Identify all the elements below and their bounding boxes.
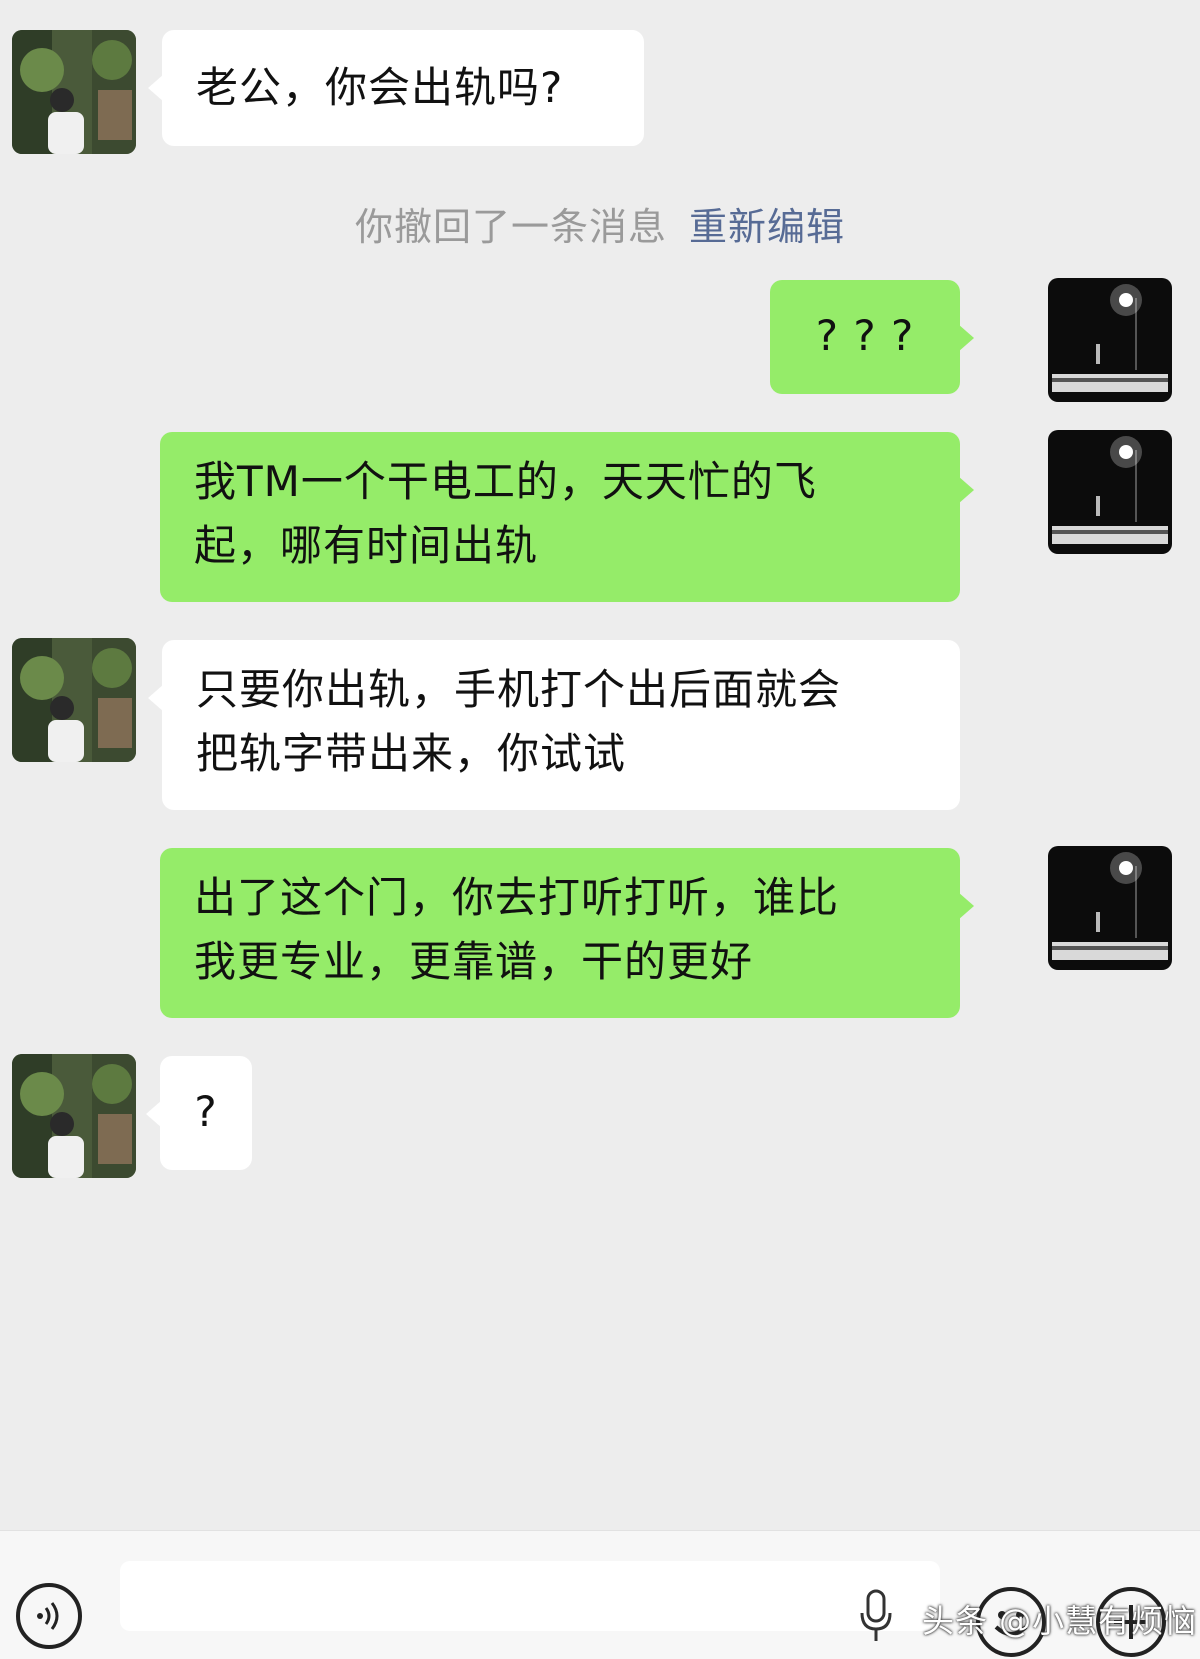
voice-toggle-button[interactable] (16, 1583, 82, 1649)
self-avatar[interactable] (1048, 278, 1172, 402)
re-edit-link[interactable]: 重新编辑 (689, 205, 845, 249)
message-bubble-2[interactable]: ? ? ? (770, 280, 974, 394)
avatar-image (12, 1054, 136, 1178)
avatar-image (1048, 846, 1172, 970)
message-line: 我TM一个干电工的，天天忙的飞 (194, 457, 817, 506)
contact-avatar[interactable] (12, 1054, 136, 1178)
avatar-image (1048, 278, 1172, 402)
voice-icon (37, 1602, 59, 1630)
message-line: 出了这个门，你去打听打听，谁比 (194, 873, 840, 922)
self-avatar[interactable] (1048, 430, 1172, 554)
avatar-image (1048, 430, 1172, 554)
message-line: 起，哪有时间出轨 (194, 521, 539, 570)
self-avatar[interactable] (1048, 846, 1172, 970)
message-text: 老公，你会出轨吗? (196, 63, 564, 112)
message-bubble-4[interactable]: 只要你出轨，手机打个出后面就会 把轨字带出来，你试试 (148, 640, 960, 810)
mic-icon[interactable] (858, 1589, 894, 1645)
recall-notice-text: 你撤回了一条消息 (354, 205, 667, 249)
message-bubble-3[interactable]: 我TM一个干电工的，天天忙的飞 起，哪有时间出轨 (160, 432, 974, 602)
message-bubble-6[interactable]: ? (146, 1056, 252, 1170)
message-text: ? (194, 1087, 218, 1136)
avatar-image (12, 30, 136, 154)
message-input[interactable] (120, 1561, 940, 1631)
message-line: 把轨字带出来，你试试 (196, 729, 627, 778)
contact-avatar[interactable] (12, 638, 136, 762)
message-line: 只要你出轨，手机打个出后面就会 (196, 665, 842, 714)
recall-notice: 你撤回了一条消息 重新编辑 (0, 196, 1200, 251)
message-text: ? ? ? (815, 311, 915, 360)
avatar-image (12, 638, 136, 762)
message-bubble-5[interactable]: 出了这个门，你去打听打听，谁比 我更专业，更靠谱，干的更好 (160, 848, 974, 1018)
chat-area: 老公，你会出轨吗? 你撤回了一条消息 重新编辑 ? ? ? 我TM一个干电工的，天… (0, 0, 1200, 1530)
message-line: 我更专业，更靠谱，干的更好 (194, 937, 754, 986)
contact-avatar[interactable] (12, 30, 136, 154)
watermark: 头条 @小慧有烦恼 (922, 1602, 1198, 1640)
message-bubble-1[interactable]: 老公，你会出轨吗? (148, 30, 644, 146)
